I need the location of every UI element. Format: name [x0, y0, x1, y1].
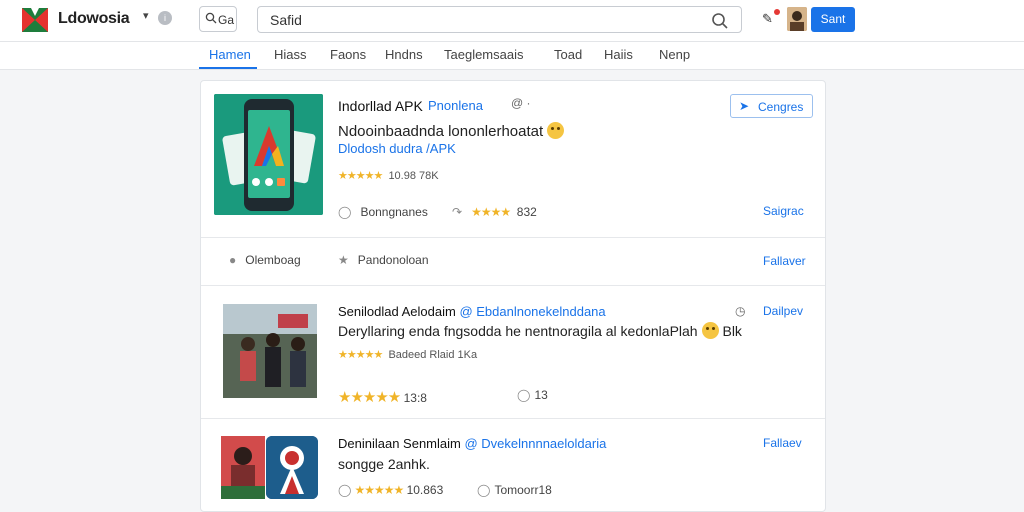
quick-search-button[interactable]: Ga — [199, 6, 237, 32]
entry-title[interactable]: Deninilaan Senmlaim @ Dvekelnnnnaeloldar… — [338, 436, 606, 451]
entry-description: Deryllaring enda fngsodda he nentnoragil… — [338, 322, 742, 339]
tab-hndns[interactable]: Hndns — [385, 47, 423, 62]
star-rating-icon: ★★★★ — [471, 205, 511, 219]
chevron-down-icon[interactable]: ▾ — [143, 9, 149, 22]
bird-icon: ➤ — [739, 99, 750, 113]
star-rating-icon: ★★★★★ — [354, 483, 404, 497]
tab-hiass[interactable]: Hiass — [274, 47, 307, 62]
search-input[interactable] — [270, 10, 690, 30]
signin-button[interactable]: Sant — [811, 7, 855, 32]
avatar[interactable] — [787, 7, 807, 31]
star-rating-icon: ★★★★★ — [338, 349, 383, 361]
brand-name[interactable]: Ldowosia — [58, 10, 130, 28]
top-bar: Ldowosia ▾ i Ga ✎ Sant — [0, 0, 1024, 42]
divider — [201, 418, 825, 419]
comment-icon: ◯ — [477, 483, 491, 497]
featured-publisher-link[interactable]: Pnonlena — [428, 98, 483, 113]
tab-nenp[interactable]: Nenp — [659, 47, 690, 62]
featured-title-suffix: @ · — [511, 96, 531, 110]
featured-subtitle-link[interactable]: Dlodosh dudra /APK — [338, 141, 456, 156]
entry-rating-small: ★★★★★ Badeed Rlaid 1Ka — [338, 349, 478, 361]
active-tab-indicator — [199, 67, 257, 69]
tab-toad[interactable]: Toad — [554, 47, 582, 62]
compare-button[interactable]: ➤ Cengres — [730, 94, 813, 118]
action-button-b[interactable]: ★ Pandonoloan — [338, 253, 429, 267]
tab-hamen[interactable]: Hamen — [209, 47, 251, 62]
star-icon: ★ — [338, 253, 349, 267]
smile-emoji-icon — [701, 322, 719, 339]
quick-search-label: Ga — [218, 13, 235, 27]
notification-badge — [774, 9, 780, 15]
entry-thumbnail[interactable] — [221, 436, 265, 499]
divider — [201, 237, 825, 238]
search-icon — [205, 12, 217, 24]
action-side-link[interactable]: Fallaver — [763, 254, 806, 268]
entry-rating: ◯ ★★★★★ 10.863 — [338, 483, 444, 497]
entry-comments[interactable]: ◯ Tomoorr18 — [477, 483, 552, 497]
featured-side-link[interactable]: Saigrac — [763, 204, 804, 218]
featured-comments[interactable]: ◯ Bonngnanes — [338, 205, 428, 219]
share-icon: ↷ — [452, 205, 463, 219]
search-bar — [257, 6, 742, 33]
entry-side-link[interactable]: ◷ Dailpev — [735, 304, 803, 318]
tab-taeglemsaais[interactable]: Taeglemsaais — [444, 47, 524, 62]
results-card: Indorllad APK Pnonlena @ · ➤ Cengres Ndo… — [200, 80, 826, 512]
action-button-a[interactable]: ● Olemboag — [229, 253, 301, 267]
divider — [201, 285, 825, 286]
entry-rating: ★★★★★ 13:8 — [338, 389, 427, 406]
info-icon[interactable]: i — [158, 11, 172, 25]
featured-shares[interactable]: ↷ ★★★★ 832 — [452, 205, 537, 219]
featured-description: Ndooinbaadnda lononlerhoatat — [338, 122, 565, 140]
nav-tabs: Hamen Hiass Faons Hndns Taeglemsaais Toa… — [0, 42, 1024, 70]
smile-emoji-icon — [547, 122, 565, 139]
comment-icon: ◯ — [338, 205, 352, 219]
brand-logo-icon[interactable] — [22, 8, 48, 32]
tab-faons[interactable]: Faons — [330, 47, 366, 62]
app-hero-image[interactable] — [214, 94, 323, 215]
edit-icon[interactable]: ✎ — [762, 11, 773, 27]
entry-app-icon[interactable] — [266, 436, 318, 499]
tag-icon: ● — [229, 253, 237, 267]
entry-thumbnail[interactable] — [223, 304, 317, 398]
search-icon[interactable] — [711, 12, 729, 30]
entry-comments[interactable]: ◯ 13 — [517, 388, 548, 402]
tab-haiis[interactable]: Haiis — [604, 47, 633, 62]
star-rating-icon: ★★★★★ — [338, 389, 401, 406]
entry-description: songge 2anhk. — [338, 456, 430, 472]
comment-icon: ◯ — [517, 388, 531, 402]
entry-title[interactable]: Senilodlad Aelodaim @ Ebdanlnonekelnddan… — [338, 304, 606, 319]
comment-icon: ◯ — [338, 483, 352, 497]
featured-title[interactable]: Indorllad APK — [338, 98, 423, 114]
entry-side-link[interactable]: Fallaev — [763, 436, 802, 450]
clock-icon: ◷ — [735, 304, 746, 318]
star-rating-icon: ★★★★★ — [338, 170, 383, 182]
featured-rating: ★★★★★ 10.98 78K — [338, 170, 439, 182]
